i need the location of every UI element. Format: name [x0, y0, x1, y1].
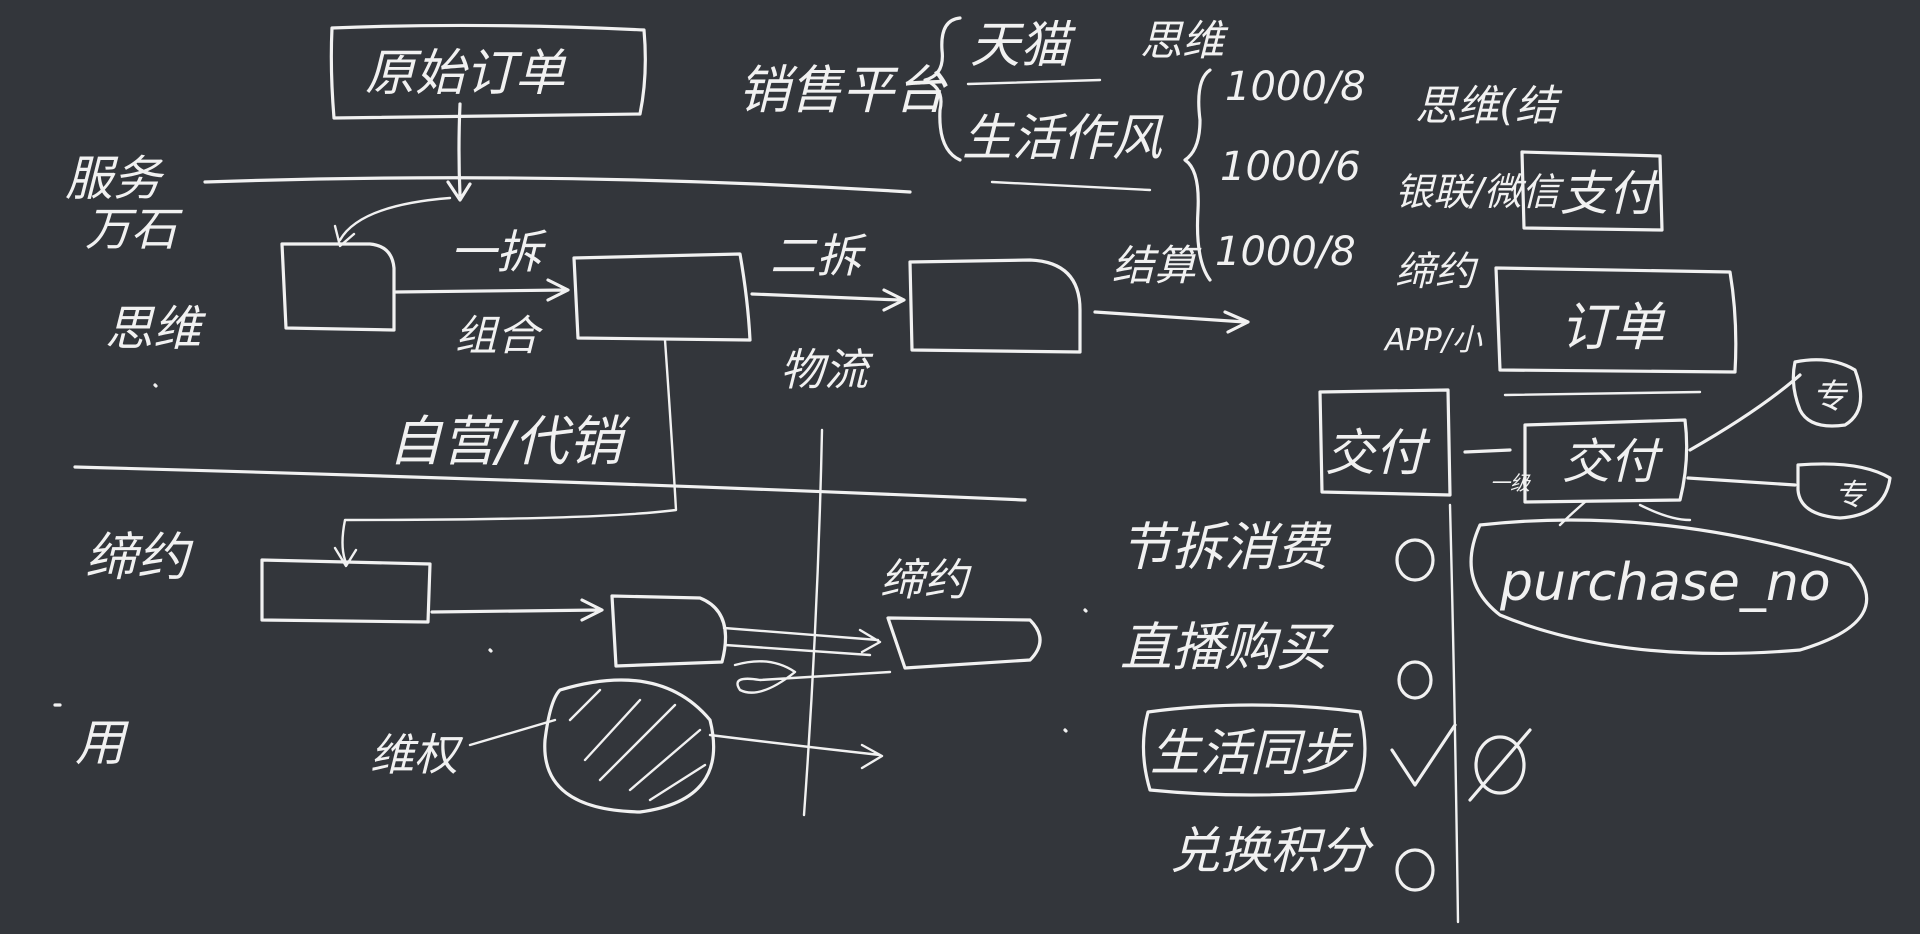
live-buy-label: 直播购买 [1120, 618, 1335, 678]
tmall-underline [966, 78, 1102, 86]
self-consign-label: 自营/代销 [388, 410, 631, 473]
arrow-box2-box3 [750, 288, 906, 312]
tmall-label: 天猫 [970, 16, 1076, 74]
bottom-right-label: 缔约 [880, 555, 972, 606]
circle-live-buy [1397, 660, 1433, 700]
store-style-label: 生活作风 [962, 109, 1164, 167]
box-2 [572, 252, 752, 342]
deliver-box-label: 交付 [1562, 434, 1664, 490]
box-1 [280, 242, 396, 332]
left-mid-label: 缔约 [85, 528, 194, 588]
arrow-box4-box5 [430, 598, 604, 622]
box-5 [610, 594, 728, 668]
arrow-curve-to-box1 [333, 196, 452, 248]
union-pay-label: 银联/微信 [1395, 170, 1565, 214]
deliver-left-label: 交付 [1325, 424, 1431, 482]
whiteboard-canvas: 原始订单 服务 万石 思维 一拆 组合 二拆 物流 自营/代销 缔约 用 缔约 … [53, 16, 1892, 924]
store-underline [990, 180, 1152, 192]
divider-vertical-right [1448, 503, 1460, 924]
box-4 [260, 558, 432, 624]
union-app-label: 缔约 [1395, 249, 1479, 295]
circle-festival [1395, 538, 1435, 582]
amount-2-label: 1000/6 [1220, 144, 1361, 190]
festival-label: 节拆消费 [1120, 518, 1332, 578]
settle-arrow-label: 结算 [1112, 241, 1202, 290]
divider-vertical-left [802, 428, 824, 817]
box-3 [908, 258, 1082, 354]
scribble-ellipse [543, 678, 716, 814]
left-bottom-label: 用 [75, 714, 129, 772]
order-box-label: 订单 [1560, 298, 1666, 358]
arrow-ellipse-right [708, 733, 884, 770]
arrow-to-settle [1093, 310, 1250, 334]
amount-3-label: 1000/8 [1215, 229, 1356, 275]
original-order-label: 原始订单 [365, 44, 567, 102]
first-split-label: 一拆 [450, 225, 547, 279]
check-mark [1390, 723, 1457, 787]
left-top-label: 服务 [65, 151, 165, 207]
scribble-hatch [568, 688, 707, 802]
dot-1 [153, 383, 158, 388]
whiteboard: 原始订单 服务 万石 思维 一拆 组合 二拆 物流 自营/代销 缔约 用 缔约 … [0, 0, 1920, 930]
dot-2 [488, 648, 493, 653]
line-to-node1 [1688, 373, 1802, 452]
logistics-label: 物流 [780, 345, 874, 396]
line-to-node2 [1686, 476, 1797, 487]
amount-1-label: 1000/8 [1225, 64, 1366, 110]
order-underline [1503, 390, 1702, 397]
exchange-label: 兑换积分 [1170, 822, 1374, 880]
circle-crossed [1468, 728, 1532, 802]
combine-label: 组合 [455, 311, 543, 360]
dot-4 [1063, 728, 1068, 733]
arrow-handle-ellipse [468, 718, 557, 747]
dot-3 [1083, 608, 1088, 613]
left-top2-label: 万石 [85, 202, 183, 256]
box-6 [886, 616, 1042, 670]
arrow-box5-box6 [722, 626, 882, 657]
app-label: APP/小 [1383, 323, 1483, 358]
node-2-label: 专 [1835, 478, 1867, 513]
circle-exchange [1395, 848, 1435, 892]
dash-to-deliver [1463, 448, 1512, 454]
divider-top [203, 176, 912, 194]
arrow-order-down [446, 102, 472, 202]
left-thinking-label: 思维 [105, 301, 207, 357]
thinking-pay-label: 思维(结 [1415, 81, 1563, 130]
life-together-label: 生活同步 [1150, 724, 1354, 782]
sales-platform-label: 销售平台 [738, 61, 948, 121]
thinking-top-label: 思维 [1140, 16, 1229, 65]
pay-box-label: 支付 [1560, 166, 1662, 222]
second-split-label: 二拆 [770, 229, 867, 283]
purchase-no-label: purchase_no [1499, 553, 1831, 613]
bottom-left-handle-label: 维权 [370, 730, 464, 781]
node-1-label: 专 [1812, 377, 1849, 417]
arrow-box1-box2 [394, 278, 570, 302]
